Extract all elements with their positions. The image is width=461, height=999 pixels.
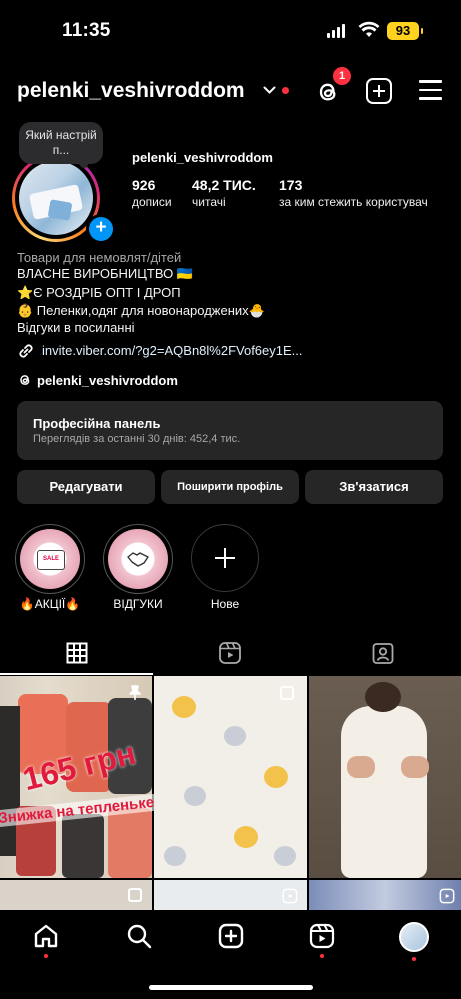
- following-label[interactable]: за ким стежить користувач: [279, 195, 428, 209]
- followers-label[interactable]: читачі: [192, 195, 226, 209]
- pinned-icon: [129, 685, 141, 700]
- sale-tag-icon: SALE: [37, 550, 65, 570]
- professional-dashboard[interactable]: Професійна панель Переглядів за останні …: [17, 401, 443, 460]
- followers-count[interactable]: 48,2 ТИС.: [192, 177, 256, 193]
- grid-icon: [66, 642, 88, 664]
- create-post-icon[interactable]: [218, 923, 244, 949]
- status-bar: 11:35 93: [0, 0, 461, 60]
- search-icon[interactable]: [126, 923, 152, 949]
- highlight-label: 🔥АКЦІЇ🔥: [19, 597, 81, 611]
- highlight-reviews[interactable]: [103, 524, 173, 594]
- threads-profile-link[interactable]: pelenki_veshivroddom: [37, 373, 178, 388]
- threads-notification-badge: 1: [333, 67, 351, 85]
- highlight-sale-cover: SALE: [20, 529, 80, 589]
- bio-category: Товари для немовлят/дітей: [17, 250, 182, 265]
- battery-indicator: 93: [387, 22, 423, 40]
- share-profile-button[interactable]: Поширити профіль: [161, 470, 299, 504]
- bio-line: ⭐️Є РОЗДРІБ ОПТ І ДРОП: [17, 285, 181, 300]
- post-thumbnail[interactable]: [154, 676, 307, 878]
- threads-badge-icon: [20, 375, 30, 385]
- tab-tagged[interactable]: [368, 638, 398, 668]
- new-highlight-button[interactable]: [191, 524, 259, 592]
- profile-name: pelenki_veshivroddom: [132, 150, 273, 165]
- contact-button[interactable]: Зв'язатися: [305, 470, 443, 504]
- profile-notification-dot: [412, 957, 416, 961]
- bio-line: Відгуки в посиланні: [17, 320, 135, 335]
- carousel-icon: [280, 686, 294, 700]
- note-tail: [80, 160, 88, 168]
- active-tab-indicator: [0, 673, 153, 675]
- tab-reels[interactable]: [215, 638, 245, 668]
- status-time: 11:35: [62, 20, 111, 41]
- edit-profile-button[interactable]: Редагувати: [17, 470, 155, 504]
- posts-label[interactable]: дописи: [132, 195, 172, 209]
- following-count[interactable]: 173: [279, 177, 302, 193]
- tab-posts-grid[interactable]: [62, 638, 92, 668]
- menu-icon[interactable]: [419, 80, 442, 100]
- posts-count[interactable]: 926: [132, 177, 155, 193]
- highlight-reviews-cover: [108, 529, 168, 589]
- cellular-signal-icon: [327, 24, 345, 38]
- profile-tab-avatar[interactable]: [399, 922, 429, 952]
- add-story-button[interactable]: +: [86, 214, 116, 244]
- wifi-icon: [358, 21, 380, 37]
- highlight-sale[interactable]: SALE: [15, 524, 85, 594]
- link-icon: [19, 344, 33, 358]
- post-thumbnail[interactable]: [0, 880, 152, 910]
- tagged-icon: [372, 643, 394, 664]
- unread-dot: [282, 87, 289, 94]
- highlight-label: Нове: [210, 597, 240, 611]
- bio-link[interactable]: invite.viber.com/?g2=AQBn8l%2FVof6ey1E..…: [42, 343, 303, 358]
- pro-panel-title: Професійна панель: [33, 416, 161, 431]
- reel-indicator-icon: [439, 888, 455, 904]
- reels-icon: [219, 642, 241, 664]
- reels-notification-dot: [320, 954, 324, 958]
- create-button[interactable]: [366, 78, 392, 104]
- pro-panel-subtitle: Переглядів за останні 30 днів: 452,4 тис…: [33, 433, 241, 445]
- chevron-down-icon[interactable]: [263, 86, 276, 95]
- avatar[interactable]: [19, 161, 93, 235]
- handshake-icon: [127, 552, 149, 567]
- reel-indicator-icon: [282, 888, 298, 904]
- account-switcher[interactable]: pelenki_veshivroddom: [17, 79, 245, 103]
- bio-line: 👶 Пеленки,одяг для новонароджених🐣: [17, 303, 265, 318]
- reels-nav-icon[interactable]: [309, 923, 335, 949]
- carousel-icon: [128, 888, 142, 902]
- post-thumbnail[interactable]: [309, 676, 461, 878]
- highlight-label: ВІДГУКИ: [113, 597, 163, 611]
- post-thumbnail[interactable]: [309, 880, 461, 910]
- bio-line: ВЛАСНЕ ВИРОБНИЦТВО 🇺🇦: [17, 266, 193, 281]
- post-thumbnail[interactable]: [154, 880, 307, 910]
- note-bubble[interactable]: Який настрій п...: [19, 122, 103, 164]
- home-icon[interactable]: [33, 923, 59, 949]
- home-notification-dot: [44, 954, 48, 958]
- home-indicator: [149, 985, 313, 990]
